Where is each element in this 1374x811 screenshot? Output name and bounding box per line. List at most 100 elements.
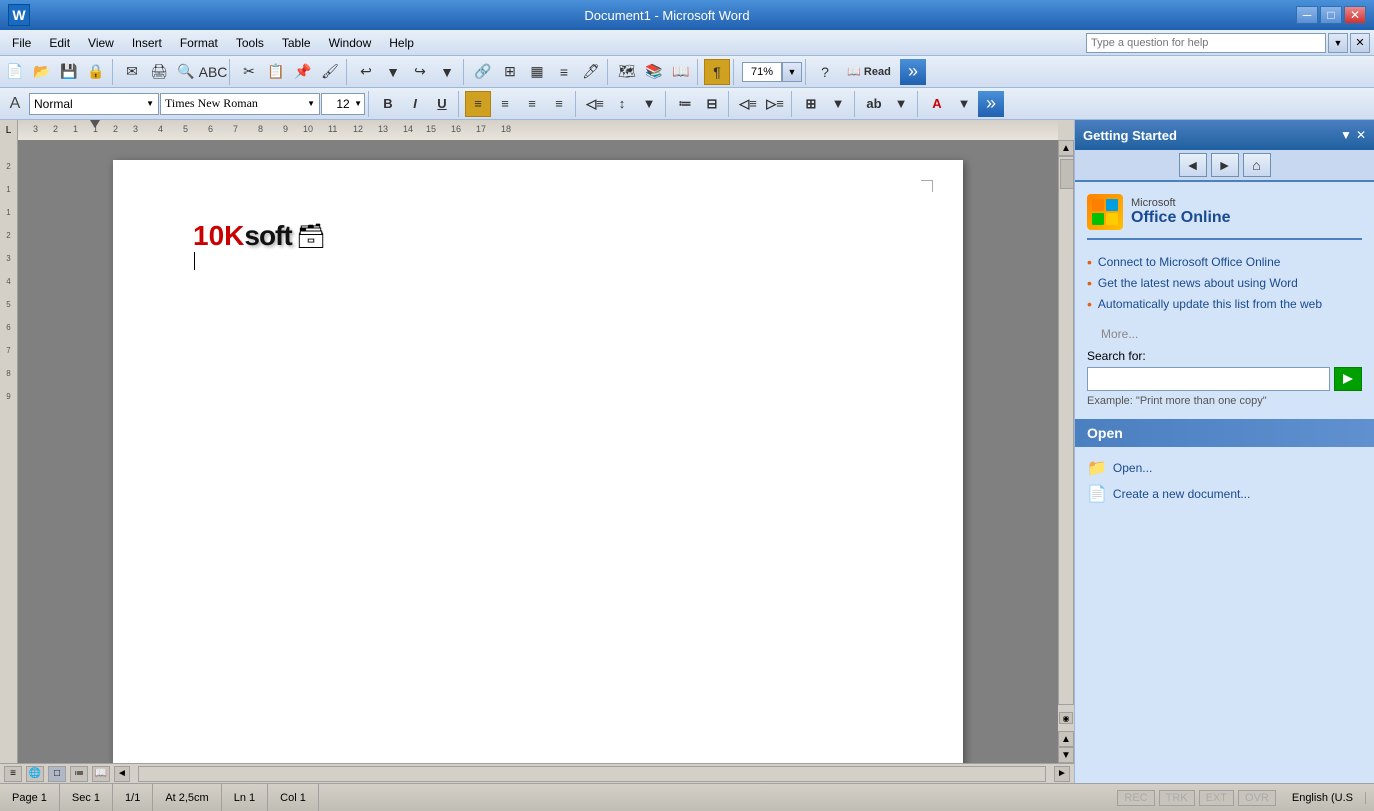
menu-insert[interactable]: Insert (124, 34, 170, 52)
search-go-button[interactable] (1334, 367, 1362, 391)
create-new-link[interactable]: 📄 Create a new document... (1087, 481, 1362, 507)
more-link[interactable]: More... (1087, 327, 1362, 341)
table-button[interactable]: ⊞ (497, 59, 523, 85)
show-formatting-marks-button[interactable]: ¶ (704, 59, 730, 85)
save-button[interactable]: 💾 (56, 59, 82, 85)
menu-format[interactable]: Format (172, 34, 226, 52)
redo-button[interactable]: ↪ (407, 59, 433, 85)
hyperlink-button[interactable]: 🔗 (470, 59, 496, 85)
undo-button[interactable]: ↩ (353, 59, 379, 85)
web-layout-button[interactable]: 🌐 (26, 766, 44, 782)
borders-dropdown[interactable]: ▼ (825, 91, 851, 117)
permissions-button[interactable]: 🔒 (83, 59, 109, 85)
expand-button[interactable]: » (900, 59, 926, 85)
paste-button[interactable]: 📌 (290, 59, 316, 85)
new-document-button[interactable]: 📄 (2, 59, 28, 85)
ovr-button[interactable]: OVR (1238, 790, 1276, 806)
menu-file[interactable]: File (4, 34, 39, 52)
prev-page-button[interactable]: ▲ (1058, 731, 1074, 747)
panel-forward-button[interactable]: ► (1211, 153, 1239, 177)
menu-view[interactable]: View (80, 34, 122, 52)
align-left-button[interactable]: ≡ (465, 91, 491, 117)
connect-link[interactable]: • Connect to Microsoft Office Online (1087, 252, 1362, 273)
highlight-dropdown[interactable]: ▼ (888, 91, 914, 117)
minimize-button[interactable]: ─ (1296, 6, 1318, 24)
columns-button[interactable]: ≡ (551, 59, 577, 85)
reading-view-button[interactable]: 📖 (92, 766, 110, 782)
ext-button[interactable]: EXT (1199, 790, 1234, 806)
insert-table-button[interactable]: ▦ (524, 59, 550, 85)
open-file-link[interactable]: 📁 Open... (1087, 455, 1362, 481)
undo-dropdown-button[interactable]: ▼ (380, 59, 406, 85)
format-painter-button[interactable]: 🖌 (317, 59, 343, 85)
help-dropdown-button[interactable]: ▼ (1328, 33, 1348, 53)
help-close-button[interactable]: ✕ (1350, 33, 1370, 53)
align-right-button[interactable]: ≡ (519, 91, 545, 117)
document-scroll-area[interactable]: 10K soft 🗃 (18, 140, 1058, 763)
close-button[interactable]: ✕ (1344, 6, 1366, 24)
menu-window[interactable]: Window (321, 34, 380, 52)
zoom-input[interactable] (742, 62, 782, 82)
help-button[interactable]: ? (812, 59, 838, 85)
next-page-button[interactable]: ▼ (1058, 747, 1074, 763)
trk-button[interactable]: TRK (1159, 790, 1195, 806)
font-color-dropdown[interactable]: ▼ (951, 91, 977, 117)
panel-dropdown-button[interactable]: ▼ (1340, 128, 1352, 142)
rec-button[interactable]: REC (1117, 790, 1154, 806)
horizontal-scrollbar[interactable] (138, 766, 1046, 782)
scroll-track[interactable] (1058, 156, 1074, 705)
print-button[interactable]: 🖨 (146, 59, 172, 85)
menu-help[interactable]: Help (381, 34, 422, 52)
panel-close-button[interactable]: ✕ (1356, 128, 1366, 142)
line-spacing-dropdown[interactable]: ▼ (636, 91, 662, 117)
underline-button[interactable]: U (429, 91, 455, 117)
menu-edit[interactable]: Edit (41, 34, 78, 52)
drawing-button[interactable]: 🖊 (578, 59, 604, 85)
map-button[interactable]: 🗺 (614, 59, 640, 85)
panel-home-button[interactable]: ⌂ (1243, 153, 1271, 177)
zoom-dropdown-button[interactable]: ▼ (782, 62, 802, 82)
align-center-button[interactable]: ≡ (492, 91, 518, 117)
increase-indent-button[interactable]: ▷≡ (762, 91, 788, 117)
line-spacing-button[interactable]: ↕ (609, 91, 635, 117)
fmt-expand-button[interactable]: » (978, 91, 1004, 117)
panel-back-button[interactable]: ◄ (1179, 153, 1207, 177)
font-size-dropdown[interactable]: 12 (321, 93, 365, 115)
font-dropdown[interactable]: Times New Roman (160, 93, 320, 115)
research-button[interactable]: 📚 (641, 59, 667, 85)
redo-dropdown-button[interactable]: ▼ (434, 59, 460, 85)
font-color-button[interactable]: A (924, 91, 950, 117)
news-link[interactable]: • Get the latest news about using Word (1087, 273, 1362, 294)
bold-button[interactable]: B (375, 91, 401, 117)
document-page[interactable]: 10K soft 🗃 (113, 160, 963, 763)
numbering-button[interactable]: ⊟ (699, 91, 725, 117)
spelling-button[interactable]: ABC (200, 59, 226, 85)
open-button[interactable]: 📂 (29, 59, 55, 85)
bullets-button[interactable]: ≔ (672, 91, 698, 117)
scroll-left-button[interactable]: ◄ (114, 766, 130, 782)
align-justify-button[interactable]: ≡ (546, 91, 572, 117)
decrease-indent-button[interactable]: ◁≡ (735, 91, 761, 117)
outdent-button[interactable]: ◁≡ (582, 91, 608, 117)
reading-button[interactable]: 📖 (668, 59, 694, 85)
menu-tools[interactable]: Tools (228, 34, 272, 52)
panel-search-input[interactable] (1087, 367, 1330, 391)
print-preview-button[interactable]: 🔍 (173, 59, 199, 85)
highlight-button[interactable]: ab (861, 91, 887, 117)
scroll-thumb[interactable] (1060, 159, 1074, 189)
copy-button[interactable]: 📋 (263, 59, 289, 85)
cut-button[interactable]: ✂ (236, 59, 262, 85)
auto-update-link[interactable]: • Automatically update this list from th… (1087, 294, 1362, 315)
help-search-input[interactable] (1086, 33, 1326, 53)
outline-view-button[interactable]: ≔ (70, 766, 88, 782)
menu-table[interactable]: Table (274, 34, 319, 52)
style-dropdown[interactable]: Normal (29, 93, 159, 115)
email-button[interactable]: ✉ (119, 59, 145, 85)
scroll-right-button[interactable]: ► (1054, 766, 1070, 782)
select-browse-object-button[interactable]: ◉ (1059, 712, 1073, 724)
normal-view-button[interactable]: ≡ (4, 766, 22, 782)
maximize-button[interactable]: □ (1320, 6, 1342, 24)
borders-button[interactable]: ⊞ (798, 91, 824, 117)
scroll-up-button[interactable]: ▲ (1058, 140, 1074, 156)
italic-button[interactable]: I (402, 91, 428, 117)
